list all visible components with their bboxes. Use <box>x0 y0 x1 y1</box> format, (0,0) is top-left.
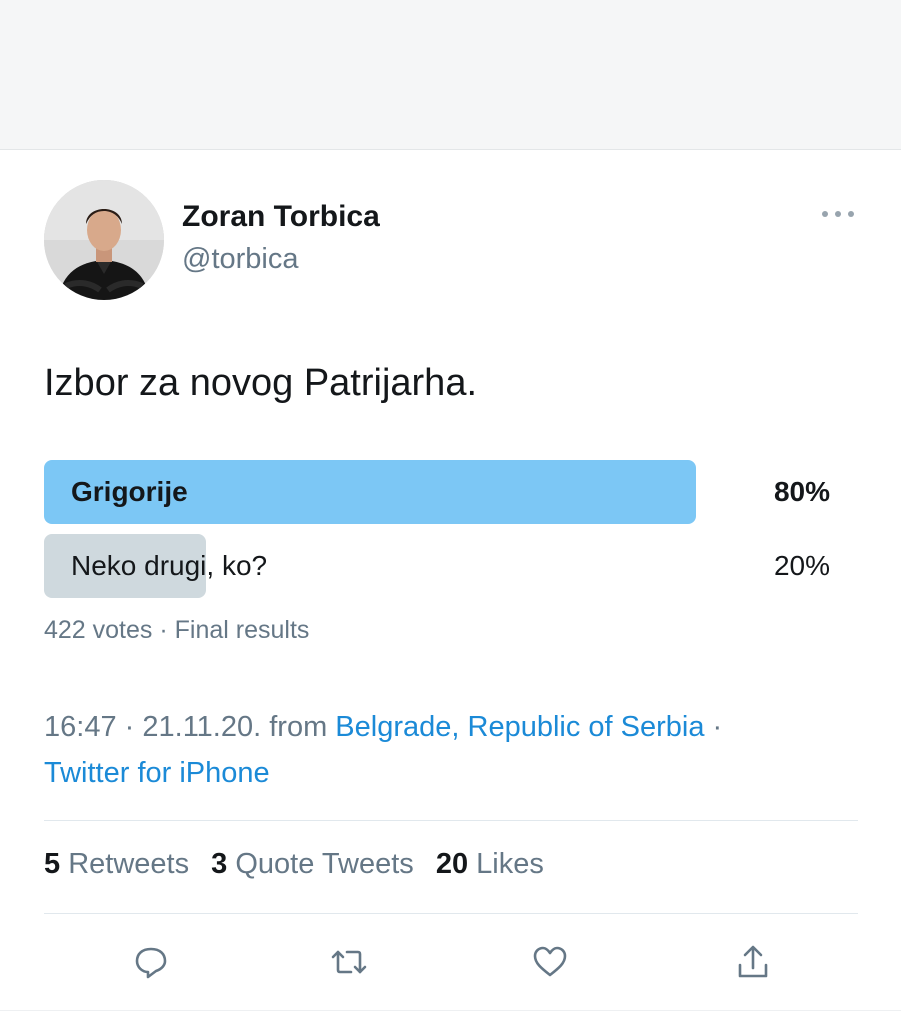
meta-separator: · <box>124 711 135 743</box>
poll-option: Neko drugi, ko? 20% <box>44 534 834 598</box>
tweet-stats: 5 Retweets 3 Quote Tweets 20 Likes <box>44 848 558 881</box>
heart-icon[interactable] <box>526 938 574 986</box>
top-bar <box>0 0 901 150</box>
action-bar <box>0 938 901 994</box>
avatar-image <box>44 180 164 300</box>
poll-option-percent: 80% <box>773 476 830 507</box>
poll-separator: · <box>159 616 168 644</box>
tweet: Zoran Torbica @torbica Izbor za novog Pa… <box>0 150 901 1024</box>
more-dots-icon[interactable] <box>816 202 860 226</box>
divider <box>44 820 858 821</box>
avatar[interactable] <box>44 180 164 300</box>
tweet-time: 16:47 <box>44 711 117 743</box>
likes-count: 20 <box>435 848 469 880</box>
likes-stat[interactable]: 20 Likes <box>436 848 544 880</box>
from-label: from <box>269 711 328 743</box>
quote-tweets-label: Quote Tweets <box>235 848 414 880</box>
bottom-divider <box>0 1010 901 1011</box>
quote-tweets-stat[interactable]: 3 Quote Tweets <box>211 848 422 880</box>
poll-meta: 422 votes · Final results <box>44 616 309 645</box>
poll-option-percent: 20% <box>773 550 830 581</box>
source-link[interactable]: Twitter for iPhone <box>44 757 270 789</box>
poll-status: Final results <box>174 616 310 644</box>
poll-votes: 422 votes <box>44 616 153 644</box>
reply-icon[interactable] <box>127 938 175 986</box>
quote-tweets-count: 3 <box>211 848 228 880</box>
retweet-icon[interactable] <box>325 938 373 986</box>
location-link[interactable]: Belgrade, Republic of Serbia <box>335 711 704 743</box>
poll-option-label: Grigorije <box>71 476 188 507</box>
meta-separator: · <box>712 711 723 743</box>
likes-label: Likes <box>476 848 544 880</box>
author-handle[interactable]: @torbica <box>182 243 298 276</box>
poll-option-label: Neko drugi, ko? <box>71 550 268 581</box>
tweet-date: 21.11.20. <box>142 711 262 743</box>
tweet-text: Izbor za novog Patrijarha. <box>44 362 478 404</box>
author-name[interactable]: Zoran Torbica <box>182 200 380 234</box>
tweet-meta: 16:47 · 21.11.20. from Belgrade, Republi… <box>44 704 864 796</box>
share-icon[interactable] <box>729 938 777 986</box>
divider <box>44 913 858 914</box>
retweets-label: Retweets <box>68 848 190 880</box>
retweets-stat[interactable]: 5 Retweets <box>44 848 197 880</box>
retweets-count: 5 <box>44 848 61 880</box>
poll-option: Grigorije 80% <box>44 460 834 524</box>
